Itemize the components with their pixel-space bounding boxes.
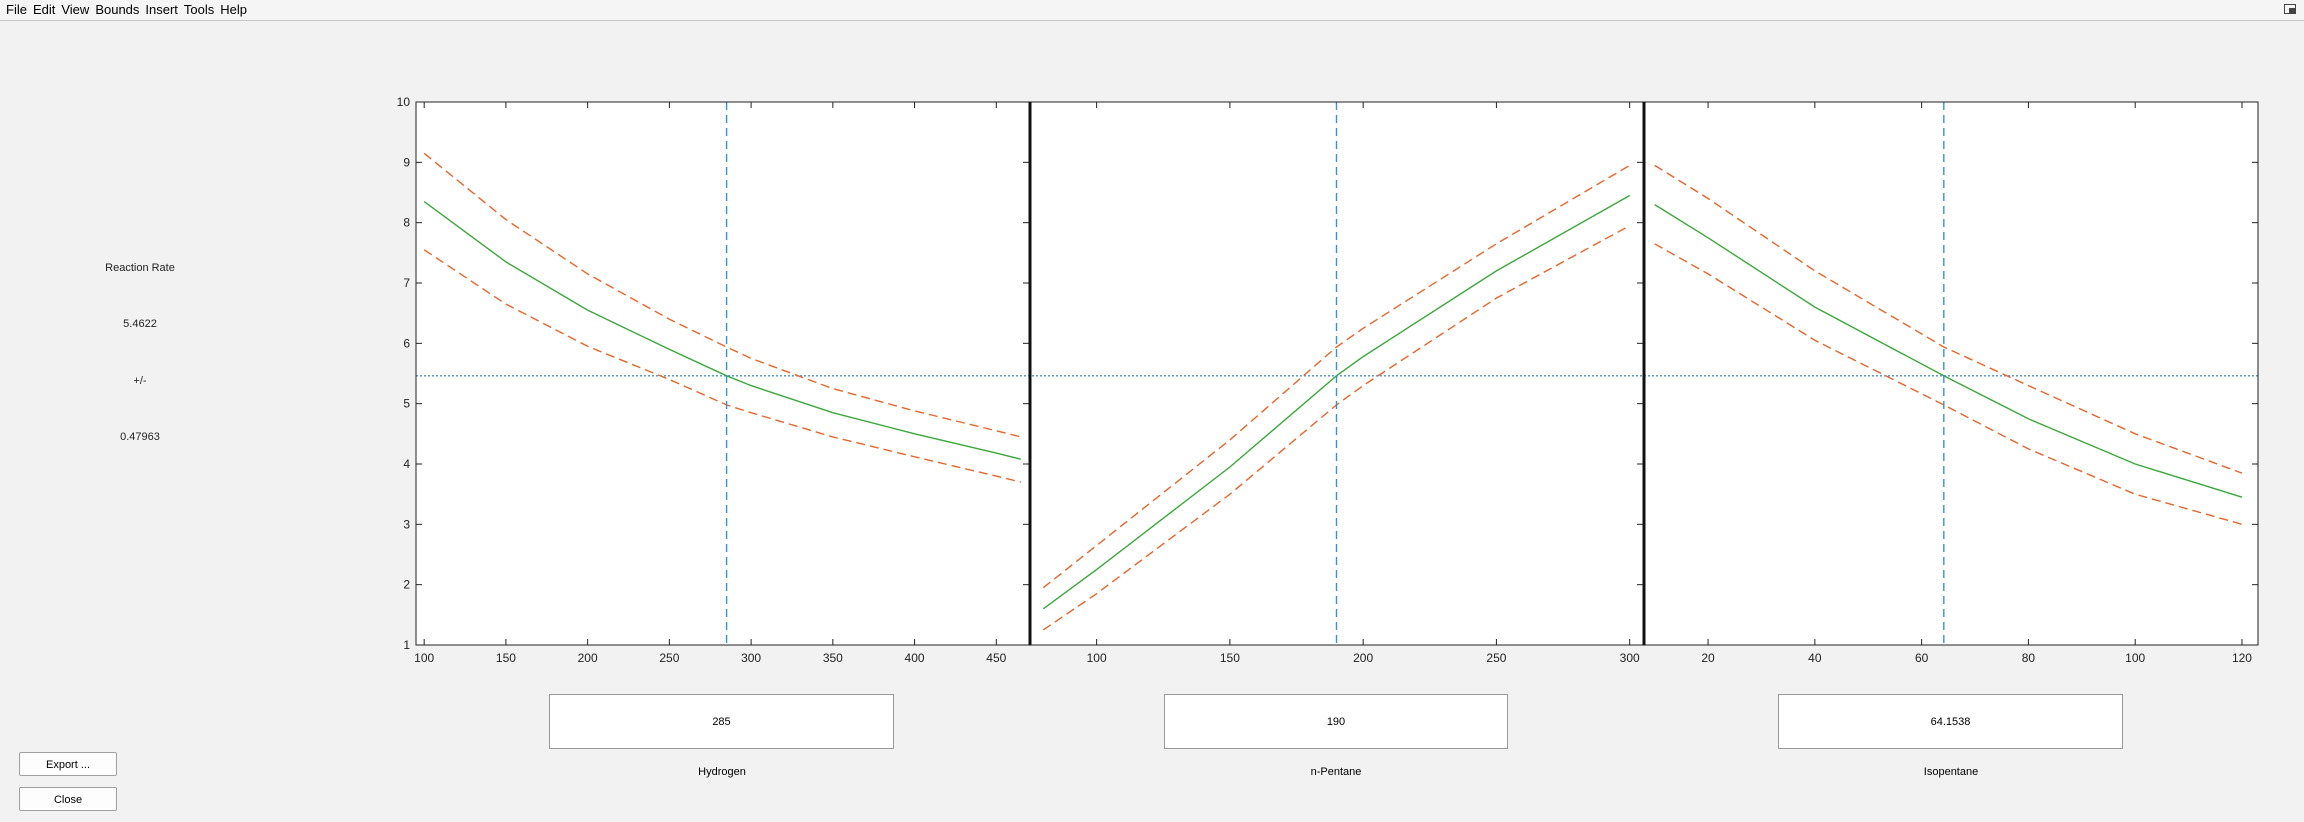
n-pentane-label: n-Pentane	[1310, 766, 1362, 778]
isopentane-value-input[interactable]: 64.1538	[1778, 694, 2123, 749]
y-tick-label-2: 2	[403, 578, 410, 592]
y-tick-label-5: 5	[403, 397, 410, 411]
export-button[interactable]: Export ...	[19, 752, 117, 776]
y-tick-label-9: 9	[403, 155, 410, 169]
y-tick-label-6: 6	[403, 336, 410, 350]
n-pentane-x-tick-label-100: 100	[1087, 651, 1107, 665]
y-tick-label-8: 8	[403, 216, 410, 230]
hydrogen-value-input[interactable]: 285	[549, 694, 894, 749]
hydrogen-label: Hydrogen	[698, 766, 746, 778]
isopentane-x-tick-label-120: 120	[2232, 651, 2252, 665]
n-pentane-x-tick-label-200: 200	[1353, 651, 1373, 665]
y-tick-label-3: 3	[403, 517, 410, 531]
isopentane-x-tick-label-20: 20	[1701, 651, 1715, 665]
close-button[interactable]: Close	[19, 787, 117, 811]
n-pentane-x-tick-label-150: 150	[1220, 651, 1240, 665]
hydrogen-x-tick-label-200: 200	[578, 651, 598, 665]
n-pentane-x-tick-label-300: 300	[1620, 651, 1640, 665]
isopentane-x-tick-label-60: 60	[1915, 651, 1929, 665]
hydrogen-x-tick-label-350: 350	[823, 651, 843, 665]
hydrogen-x-tick-label-150: 150	[496, 651, 516, 665]
hydrogen-x-tick-label-400: 400	[905, 651, 925, 665]
prediction-plot: 1 2 3 4 5 6 7 8 9 10 100 150 200 250 300 350 400 450 100 15…	[397, 95, 2259, 665]
hydrogen-x-tick-label-300: 300	[741, 651, 761, 665]
y-tick-label-7: 7	[403, 276, 410, 290]
isopentane-label: Isopentane	[1923, 766, 1979, 778]
n-pentane-x-tick-label-250: 250	[1486, 651, 1506, 665]
isopentane-x-tick-label-100: 100	[2125, 651, 2145, 665]
isopentane-x-tick-label-80: 80	[2022, 651, 2036, 665]
y-tick-label-4: 4	[403, 457, 410, 471]
y-tick-label-1: 1	[403, 638, 410, 652]
hydrogen-x-tick-label-250: 250	[659, 651, 679, 665]
isopentane-x-tick-label-40: 40	[1808, 651, 1822, 665]
n-pentane-value-input[interactable]: 190	[1164, 694, 1508, 749]
y-tick-label-10: 10	[397, 95, 411, 109]
hydrogen-x-tick-label-100: 100	[414, 651, 434, 665]
hydrogen-x-tick-label-450: 450	[986, 651, 1006, 665]
